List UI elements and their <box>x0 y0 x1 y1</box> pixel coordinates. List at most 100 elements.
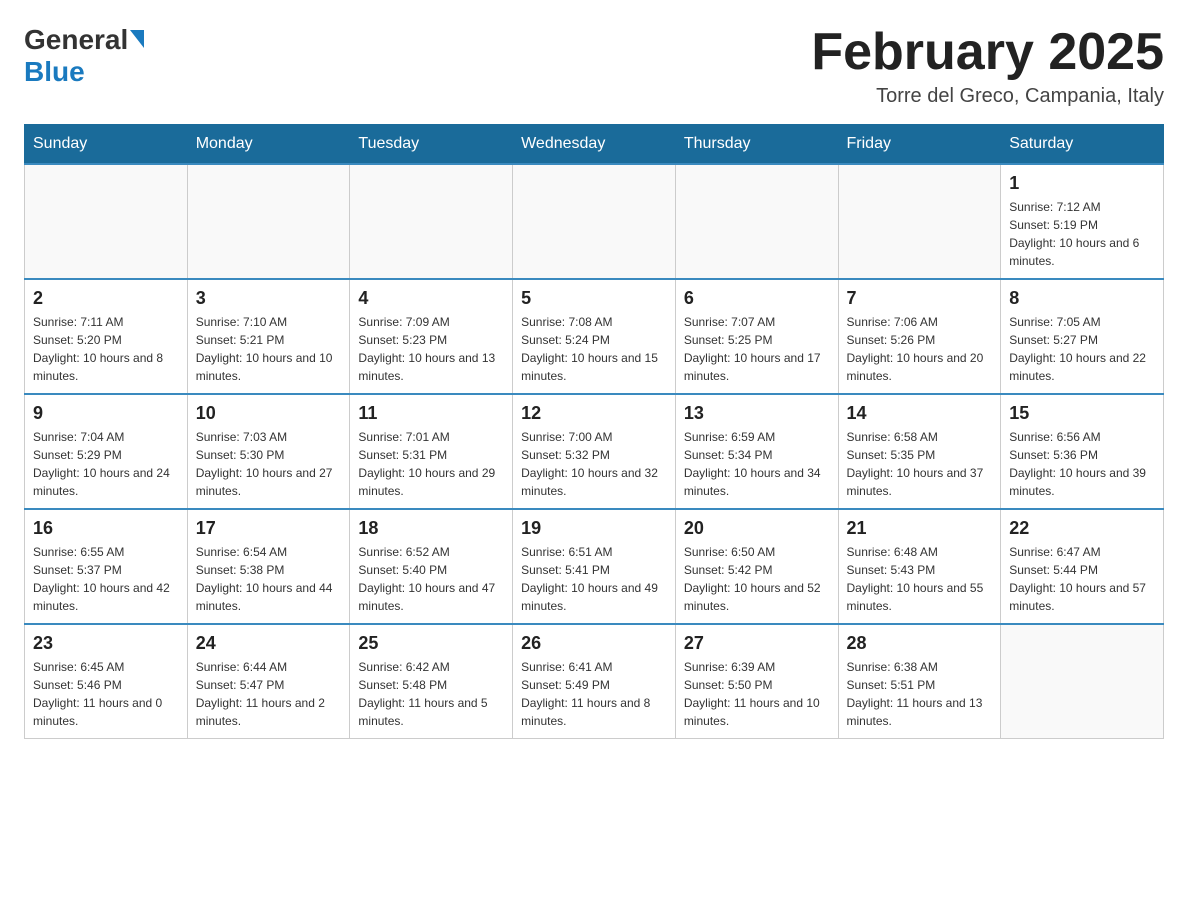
header-saturday: Saturday <box>1001 125 1164 165</box>
week-row-4: 16 Sunrise: 6:55 AMSunset: 5:37 PMDayligh… <box>25 509 1164 624</box>
week-row-1: 1 Sunrise: 7:12 AMSunset: 5:19 PMDaylight… <box>25 164 1164 279</box>
day-number: 9 <box>33 403 179 424</box>
calendar-header-row: SundayMondayTuesdayWednesdayThursdayFrid… <box>25 125 1164 165</box>
header-tuesday: Tuesday <box>350 125 513 165</box>
day-number: 18 <box>358 518 504 539</box>
day-info: Sunrise: 7:06 AMSunset: 5:26 PMDaylight:… <box>847 313 993 385</box>
week-row-3: 9 Sunrise: 7:04 AMSunset: 5:29 PMDaylight… <box>25 394 1164 509</box>
day-info: Sunrise: 7:03 AMSunset: 5:30 PMDaylight:… <box>196 428 342 500</box>
day-cell-w5-d7 <box>1001 624 1164 739</box>
day-cell-w2-d7: 8 Sunrise: 7:05 AMSunset: 5:27 PMDaylight… <box>1001 279 1164 394</box>
day-info: Sunrise: 6:51 AMSunset: 5:41 PMDaylight:… <box>521 543 667 615</box>
day-number: 25 <box>358 633 504 654</box>
calendar-subtitle: Torre del Greco, Campania, Italy <box>811 85 1164 108</box>
day-cell-w2-d1: 2 Sunrise: 7:11 AMSunset: 5:20 PMDaylight… <box>25 279 188 394</box>
day-info: Sunrise: 6:45 AMSunset: 5:46 PMDaylight:… <box>33 658 179 730</box>
day-cell-w4-d5: 20 Sunrise: 6:50 AMSunset: 5:42 PMDayligh… <box>675 509 838 624</box>
day-info: Sunrise: 6:50 AMSunset: 5:42 PMDaylight:… <box>684 543 830 615</box>
day-number: 8 <box>1009 288 1155 309</box>
day-cell-w3-d6: 14 Sunrise: 6:58 AMSunset: 5:35 PMDayligh… <box>838 394 1001 509</box>
day-info: Sunrise: 6:48 AMSunset: 5:43 PMDaylight:… <box>847 543 993 615</box>
day-cell-w3-d2: 10 Sunrise: 7:03 AMSunset: 5:30 PMDayligh… <box>187 394 350 509</box>
day-info: Sunrise: 7:08 AMSunset: 5:24 PMDaylight:… <box>521 313 667 385</box>
day-cell-w5-d3: 25 Sunrise: 6:42 AMSunset: 5:48 PMDayligh… <box>350 624 513 739</box>
day-number: 24 <box>196 633 342 654</box>
logo: General Blue <box>24 24 144 88</box>
week-row-5: 23 Sunrise: 6:45 AMSunset: 5:46 PMDayligh… <box>25 624 1164 739</box>
day-number: 14 <box>847 403 993 424</box>
day-number: 2 <box>33 288 179 309</box>
day-cell-w4-d4: 19 Sunrise: 6:51 AMSunset: 5:41 PMDayligh… <box>513 509 676 624</box>
day-info: Sunrise: 7:07 AMSunset: 5:25 PMDaylight:… <box>684 313 830 385</box>
day-cell-w5-d6: 28Sunrise: 6:38 AMSunset: 5:51 PMDayligh… <box>838 624 1001 739</box>
day-info: Sunrise: 6:47 AMSunset: 5:44 PMDaylight:… <box>1009 543 1155 615</box>
day-info: Sunrise: 6:41 AMSunset: 5:49 PMDaylight:… <box>521 658 667 730</box>
page-header: General Blue February 2025 Torre del Gre… <box>24 24 1164 108</box>
day-number: 16 <box>33 518 179 539</box>
day-cell-w2-d6: 7 Sunrise: 7:06 AMSunset: 5:26 PMDaylight… <box>838 279 1001 394</box>
day-cell-w1-d3 <box>350 164 513 279</box>
day-cell-w4-d2: 17Sunrise: 6:54 AMSunset: 5:38 PMDayligh… <box>187 509 350 624</box>
day-cell-w1-d2 <box>187 164 350 279</box>
day-info: Sunrise: 7:09 AMSunset: 5:23 PMDaylight:… <box>358 313 504 385</box>
title-section: February 2025 Torre del Greco, Campania,… <box>811 24 1164 108</box>
day-number: 1 <box>1009 173 1155 194</box>
day-info: Sunrise: 6:42 AMSunset: 5:48 PMDaylight:… <box>358 658 504 730</box>
logo-arrow-icon <box>130 30 144 48</box>
day-cell-w2-d5: 6 Sunrise: 7:07 AMSunset: 5:25 PMDaylight… <box>675 279 838 394</box>
day-info: Sunrise: 6:44 AMSunset: 5:47 PMDaylight:… <box>196 658 342 730</box>
day-cell-w2-d3: 4 Sunrise: 7:09 AMSunset: 5:23 PMDaylight… <box>350 279 513 394</box>
day-info: Sunrise: 6:54 AMSunset: 5:38 PMDaylight:… <box>196 543 342 615</box>
day-cell-w2-d4: 5 Sunrise: 7:08 AMSunset: 5:24 PMDaylight… <box>513 279 676 394</box>
day-cell-w4-d1: 16 Sunrise: 6:55 AMSunset: 5:37 PMDayligh… <box>25 509 188 624</box>
day-number: 12 <box>521 403 667 424</box>
day-number: 19 <box>521 518 667 539</box>
day-info: Sunrise: 7:00 AMSunset: 5:32 PMDaylight:… <box>521 428 667 500</box>
day-number: 11 <box>358 403 504 424</box>
day-info: Sunrise: 6:55 AMSunset: 5:37 PMDaylight:… <box>33 543 179 615</box>
day-info: Sunrise: 7:01 AMSunset: 5:31 PMDaylight:… <box>358 428 504 500</box>
day-number: 20 <box>684 518 830 539</box>
day-cell-w4-d7: 22Sunrise: 6:47 AMSunset: 5:44 PMDayligh… <box>1001 509 1164 624</box>
day-number: 7 <box>847 288 993 309</box>
header-friday: Friday <box>838 125 1001 165</box>
week-row-2: 2 Sunrise: 7:11 AMSunset: 5:20 PMDaylight… <box>25 279 1164 394</box>
day-number: 15 <box>1009 403 1155 424</box>
day-info: Sunrise: 6:39 AMSunset: 5:50 PMDaylight:… <box>684 658 830 730</box>
day-cell-w5-d2: 24 Sunrise: 6:44 AMSunset: 5:47 PMDayligh… <box>187 624 350 739</box>
day-number: 10 <box>196 403 342 424</box>
day-cell-w4-d3: 18 Sunrise: 6:52 AMSunset: 5:40 PMDayligh… <box>350 509 513 624</box>
header-thursday: Thursday <box>675 125 838 165</box>
day-cell-w3-d4: 12 Sunrise: 7:00 AMSunset: 5:32 PMDayligh… <box>513 394 676 509</box>
day-cell-w1-d7: 1 Sunrise: 7:12 AMSunset: 5:19 PMDaylight… <box>1001 164 1164 279</box>
day-info: Sunrise: 6:59 AMSunset: 5:34 PMDaylight:… <box>684 428 830 500</box>
calendar-table: SundayMondayTuesdayWednesdayThursdayFrid… <box>24 124 1164 739</box>
day-number: 6 <box>684 288 830 309</box>
day-cell-w1-d6 <box>838 164 1001 279</box>
day-info: Sunrise: 7:05 AMSunset: 5:27 PMDaylight:… <box>1009 313 1155 385</box>
day-info: Sunrise: 6:52 AMSunset: 5:40 PMDaylight:… <box>358 543 504 615</box>
logo-blue-text: Blue <box>24 56 85 88</box>
day-info: Sunrise: 7:11 AMSunset: 5:20 PMDaylight:… <box>33 313 179 385</box>
day-info: Sunrise: 6:58 AMSunset: 5:35 PMDaylight:… <box>847 428 993 500</box>
day-number: 23 <box>33 633 179 654</box>
day-cell-w1-d5 <box>675 164 838 279</box>
day-cell-w1-d4 <box>513 164 676 279</box>
day-number: 5 <box>521 288 667 309</box>
day-number: 27 <box>684 633 830 654</box>
day-info: Sunrise: 7:12 AMSunset: 5:19 PMDaylight:… <box>1009 198 1155 270</box>
day-number: 13 <box>684 403 830 424</box>
day-cell-w3-d7: 15 Sunrise: 6:56 AMSunset: 5:36 PMDayligh… <box>1001 394 1164 509</box>
day-info: Sunrise: 7:04 AMSunset: 5:29 PMDaylight:… <box>33 428 179 500</box>
header-sunday: Sunday <box>25 125 188 165</box>
day-info: Sunrise: 7:10 AMSunset: 5:21 PMDaylight:… <box>196 313 342 385</box>
day-cell-w4-d6: 21 Sunrise: 6:48 AMSunset: 5:43 PMDayligh… <box>838 509 1001 624</box>
day-info: Sunrise: 6:56 AMSunset: 5:36 PMDaylight:… <box>1009 428 1155 500</box>
day-number: 21 <box>847 518 993 539</box>
day-cell-w5-d1: 23 Sunrise: 6:45 AMSunset: 5:46 PMDayligh… <box>25 624 188 739</box>
day-cell-w5-d4: 26 Sunrise: 6:41 AMSunset: 5:49 PMDayligh… <box>513 624 676 739</box>
day-info: Sunrise: 6:38 AMSunset: 5:51 PMDaylight:… <box>847 658 993 730</box>
day-cell-w5-d5: 27 Sunrise: 6:39 AMSunset: 5:50 PMDayligh… <box>675 624 838 739</box>
day-number: 26 <box>521 633 667 654</box>
day-number: 4 <box>358 288 504 309</box>
